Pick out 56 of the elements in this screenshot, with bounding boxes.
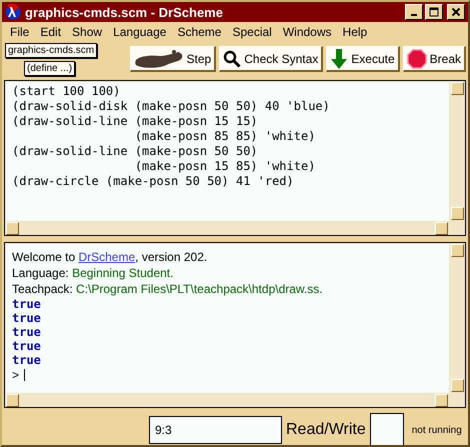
close-icon <box>451 7 461 17</box>
cursor-position: 9:3 <box>149 416 282 444</box>
code-line: (make-posn 85 85) 'white) <box>134 129 316 144</box>
result-value: true <box>12 311 42 325</box>
code-line: (make-posn 15 85) 'white) <box>134 159 316 174</box>
code-line: (start 100 100) <box>12 84 122 99</box>
break-button[interactable]: Break <box>402 46 466 72</box>
maximize-icon <box>429 7 439 17</box>
foot-icon <box>134 48 184 70</box>
definitions-editor[interactable] <box>4 80 466 236</box>
close-button[interactable] <box>447 4 465 20</box>
running-status: not running <box>412 424 462 436</box>
maximize-button[interactable] <box>425 4 443 20</box>
vertical-scrollbar[interactable] <box>450 81 465 221</box>
menu-item[interactable]: File <box>4 25 34 39</box>
result-value: true <box>12 325 42 339</box>
menu-item[interactable]: Special <box>226 25 277 39</box>
menu-item[interactable]: Show <box>66 25 108 39</box>
menu-item[interactable]: Language <box>107 25 172 39</box>
minimize-button[interactable] <box>405 4 423 20</box>
text-cursor <box>24 369 26 381</box>
define-menu-button[interactable]: (define ...) <box>24 61 76 76</box>
step-button[interactable]: Step <box>130 46 216 72</box>
code-line: (draw-circle (make-posn 50 50) 41 'red) <box>12 174 295 189</box>
execute-button[interactable]: Execute <box>326 46 400 72</box>
code-line: (draw-solid-line (make-posn 15 15) <box>12 114 259 129</box>
read-write-mode: Read/Write <box>286 421 366 439</box>
result-value: true <box>12 339 42 353</box>
menu-item[interactable]: Help <box>336 25 372 39</box>
minimize-icon <box>411 14 417 16</box>
result-value: true <box>12 353 42 367</box>
prompt: > <box>12 367 20 383</box>
down-arrow-icon <box>330 48 348 68</box>
result-value: true <box>12 297 42 311</box>
check-button[interactable]: Check Syntax <box>219 46 324 72</box>
menu-item[interactable]: Scheme <box>171 25 226 39</box>
code-line: (draw-solid-line (make-posn 50 50) <box>12 144 259 159</box>
search-icon <box>223 50 242 68</box>
running-indicator <box>370 413 404 445</box>
file-button[interactable]: graphics-cmds.scm <box>5 43 98 58</box>
menu-item[interactable]: Edit <box>34 25 66 39</box>
vertical-scrollbar[interactable] <box>450 243 465 393</box>
lambda-logo-icon <box>5 4 21 20</box>
welcome-message: Welcome to DrScheme, version 202. <box>12 249 208 265</box>
horizontal-scrollbar[interactable] <box>5 394 449 407</box>
info-label: Teachpack: <box>12 282 74 296</box>
menu-item[interactable]: Windows <box>276 25 337 39</box>
info-label: Language: <box>12 266 70 280</box>
info-value: C:\Program Files\PLT\teachpack\htdp\draw.ss. <box>76 282 323 296</box>
window-title: graphics-cmds.scm - DrScheme <box>25 4 224 20</box>
code-line: (draw-solid-disk (make-posn 50 50) 40 'blue) <box>12 99 331 114</box>
horizontal-scrollbar[interactable] <box>5 222 449 235</box>
drscheme-link[interactable]: DrScheme <box>78 250 136 264</box>
stop-sign-icon <box>406 48 427 68</box>
info-value: Beginning Student. <box>72 266 174 280</box>
interactions-pane[interactable]: Welcome to DrScheme, version 202. Language: Beginning Student. Teachpack: C:\Program Files\PLT\teachpack\htdp\draw.ss. true true true true true > <box>4 242 466 408</box>
